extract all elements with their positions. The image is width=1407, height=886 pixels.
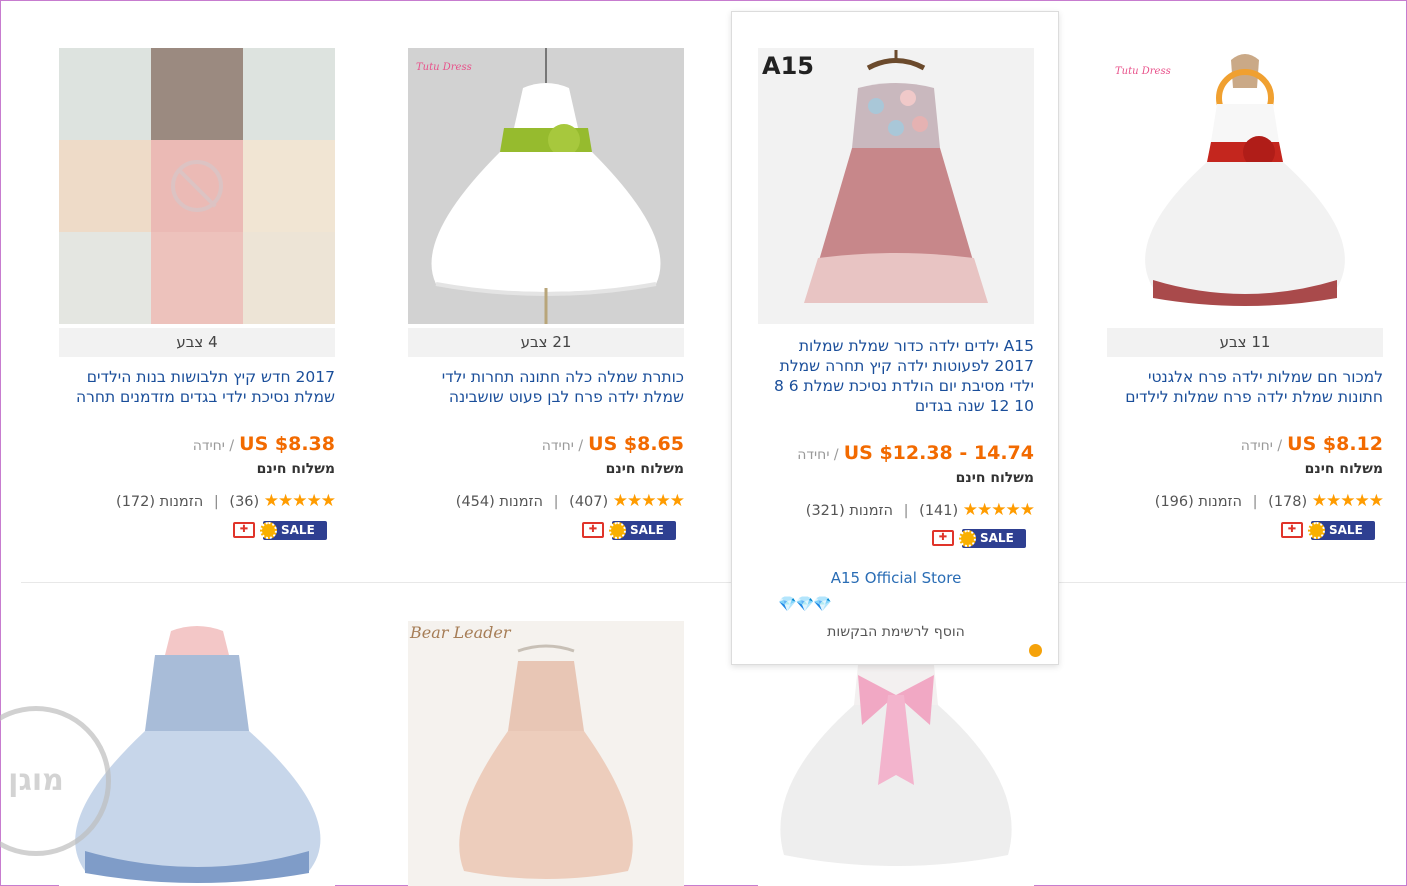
sale-badge: SALE: [260, 521, 327, 540]
sale-badge: SALE: [609, 521, 676, 540]
price-unit: / יחידה: [192, 438, 235, 454]
pink-bow-dress-image: [758, 665, 1034, 886]
color-count[interactable]: 4 צבע: [59, 328, 335, 357]
gift-card-icon: ✚: [233, 522, 255, 538]
order-count[interactable]: הזמנות (172): [116, 494, 203, 510]
gift-card-icon: ✚: [932, 530, 954, 546]
brand-logo: Bear Leader: [410, 623, 511, 642]
product-image[interactable]: Tutu Dress: [408, 48, 684, 324]
price-row: US $8.12 / יחידה: [1107, 433, 1383, 455]
price: US $8.65: [588, 433, 684, 455]
product-image-placeholder[interactable]: [59, 48, 335, 324]
sun-icon: [959, 530, 976, 547]
rating-row: ★★★★★ (141) | הזמנות (321): [805, 500, 1035, 520]
price-unit: / יחידה: [797, 447, 839, 463]
sun-icon: [260, 522, 277, 539]
promo-badges: SALE ✚: [414, 521, 684, 541]
sale-badge: SALE: [959, 529, 1026, 548]
promo-badges: SALE ✚: [1113, 521, 1383, 541]
rating-row: ★★★★★ (407) | הזמנות (454): [455, 491, 685, 511]
free-shipping: משלוח חינם: [955, 470, 1034, 486]
star-rating-icon: ★★★★★: [962, 500, 1035, 520]
sun-icon: [609, 522, 626, 539]
price-row: US $12.38 - 14.74 / יחידה: [758, 442, 1034, 464]
product-card-3-hovered[interactable]: A15 A15 ילדים ילדה כדור שמלת שמלות 2017 …: [731, 11, 1059, 665]
product-title[interactable]: כותרת שמלה כלה חתונה תחרות ילדי שמלת ילד…: [408, 367, 684, 407]
free-shipping: משלוח חינם: [256, 461, 335, 477]
rating-row: ★★★★★ (178) | הזמנות (196): [1154, 491, 1384, 511]
promo-badges: SALE ✚: [65, 521, 335, 541]
product-image-6[interactable]: Bear Leader: [408, 621, 684, 886]
sale-badge: SALE: [1308, 521, 1375, 540]
price-unit: / יחידה: [541, 438, 584, 454]
gift-card-icon: ✚: [1281, 522, 1303, 538]
red-flower-girl-dress-image: [1107, 48, 1383, 324]
no-image-icon: [171, 160, 223, 212]
product-image[interactable]: Tutu Dress: [1107, 48, 1383, 324]
color-count[interactable]: 21 צבע: [408, 328, 684, 357]
price: US $8.12: [1287, 433, 1383, 455]
store-rating-diamond-icon: 💎💎💎: [778, 595, 832, 613]
row-divider: [21, 582, 1406, 583]
free-shipping: משלוח חינם: [1304, 461, 1383, 477]
peach-flower-dress-image: [408, 621, 684, 886]
pink-lace-dress-image: [758, 48, 1034, 324]
product-title[interactable]: למכור חם שמלות ילדה פרח אלגנטי חתונות שמ…: [1107, 367, 1383, 407]
order-count[interactable]: הזמנות (196): [1155, 494, 1242, 510]
coins-icon: [1029, 644, 1042, 657]
gift-card-icon: ✚: [582, 522, 604, 538]
color-count[interactable]: 11 צבע: [1107, 328, 1383, 357]
price-unit: / יחידה: [1240, 438, 1283, 454]
review-count[interactable]: (36): [229, 494, 259, 510]
product-card-1[interactable]: 4 צבע 2017 חדש קיץ תלבושות בנות הילדים ש…: [51, 41, 379, 561]
product-image[interactable]: A15: [758, 48, 1034, 324]
add-to-wishlist-link[interactable]: הוסף לרשימת הבקשות: [758, 624, 1034, 640]
star-rating-icon: ★★★★★: [612, 491, 685, 511]
store-link[interactable]: A15 Official Store: [758, 569, 1034, 587]
order-count[interactable]: הזמנות (454): [456, 494, 543, 510]
review-count[interactable]: (178): [1268, 494, 1307, 510]
review-count[interactable]: (141): [919, 503, 958, 519]
star-rating-icon: ★★★★★: [1311, 491, 1384, 511]
price: US $12.38 - 14.74: [843, 442, 1034, 464]
brand-logo: Tutu Dress: [1115, 66, 1171, 77]
product-image-7[interactable]: [758, 665, 1034, 886]
wishlist-label: הוסף לרשימת הבקשות: [827, 624, 965, 640]
price: US $8.38: [239, 433, 335, 455]
product-title[interactable]: A15 ילדים ילדה כדור שמלת שמלות 2017 לפעו…: [758, 336, 1034, 416]
sun-icon: [1308, 522, 1325, 539]
price-row: US $8.65 / יחידה: [408, 433, 684, 455]
product-title[interactable]: 2017 חדש קיץ תלבושות בנות הילדים שמלת נס…: [59, 367, 335, 407]
free-shipping: משלוח חינם: [605, 461, 684, 477]
star-rating-icon: ★★★★★: [263, 491, 336, 511]
product-card-4[interactable]: Tutu Dress 11 צבע למכור חם שמלות ילדה פר…: [1099, 41, 1407, 561]
order-count[interactable]: הזמנות (321): [806, 503, 893, 519]
promo-badges: SALE ✚: [764, 529, 1034, 549]
rating-row: ★★★★★ (36) | הזמנות (172): [116, 491, 336, 511]
brand-logo: A15: [762, 52, 814, 80]
white-flower-girl-dress-image: [408, 48, 684, 324]
brand-logo: Tutu Dress: [416, 62, 472, 73]
review-count[interactable]: (407): [569, 494, 608, 510]
price-row: US $8.38 / יחידה: [59, 433, 335, 455]
product-card-2[interactable]: Tutu Dress 21 צבע כותרת שמלה כלה חתונה ת…: [400, 41, 728, 561]
